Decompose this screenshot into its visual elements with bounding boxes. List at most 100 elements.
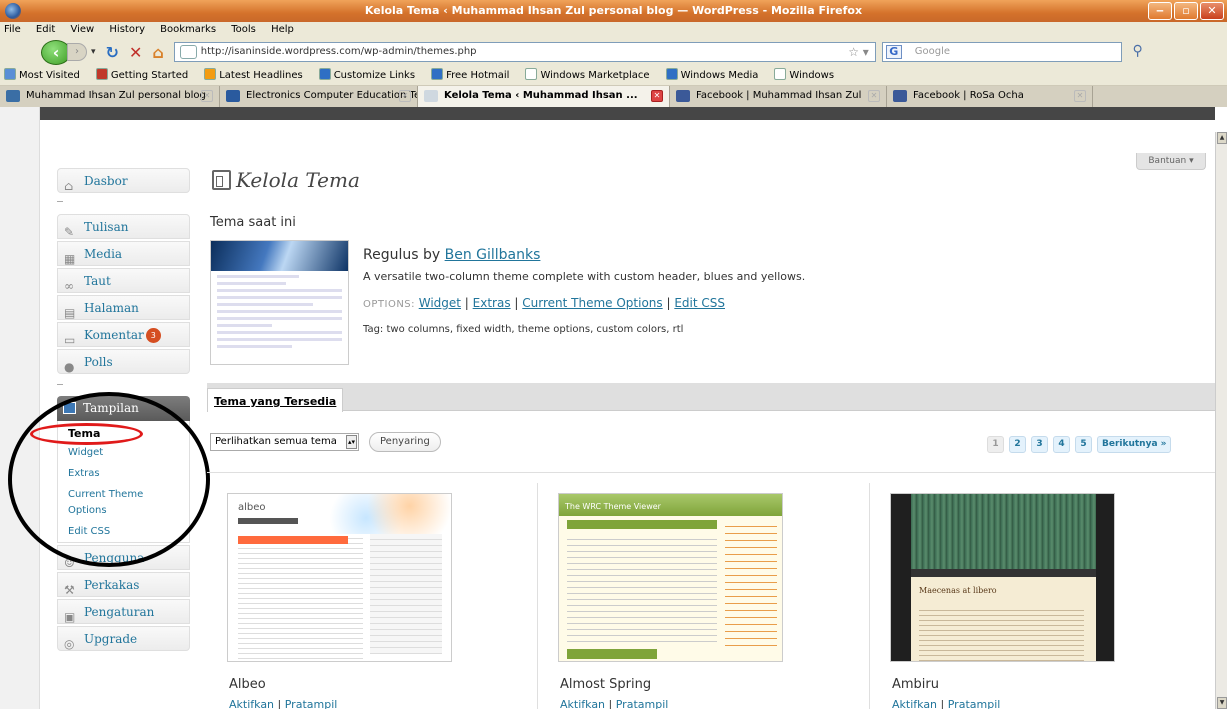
bookmark-item[interactable]: Getting Started	[95, 68, 196, 81]
tab-available-themes[interactable]: Tema yang Tersedia	[207, 388, 344, 412]
next-page[interactable]: Berikutnya »	[1097, 436, 1172, 453]
browser-tab[interactable]: Facebook | Muhammad Ihsan Zul ✕	[670, 86, 887, 107]
forward-button[interactable]: ›	[67, 43, 87, 61]
comment-count-badge: 3	[145, 328, 161, 343]
sidebar-label: Perkakas	[84, 578, 140, 592]
stop-icon[interactable]: ✕	[129, 43, 142, 62]
preview-link[interactable]: Pratampil	[285, 698, 338, 709]
help-button[interactable]: Bantuan ▾	[1136, 153, 1206, 170]
bookmark-star-icon[interactable]: ☆ ▾	[848, 43, 869, 61]
search-box[interactable]: G Google ⚲	[881, 42, 1143, 62]
sidebar-separator	[57, 201, 63, 204]
thumb-header-text: The WRC Theme Viewer	[559, 494, 782, 516]
menu-history[interactable]: History	[109, 24, 145, 35]
page-5[interactable]: 5	[1075, 436, 1092, 453]
menu-edit[interactable]: Edit	[36, 24, 55, 35]
filter-button[interactable]: Penyaring	[369, 432, 441, 452]
google-icon[interactable]: G	[885, 45, 902, 59]
theme-thumbnail-ambiru[interactable]: Maecenas at libero	[890, 493, 1115, 662]
annotation-red-ellipse	[30, 423, 143, 445]
sidebar-item-media[interactable]: ▦ Media	[57, 241, 190, 266]
activate-link[interactable]: Aktifkan	[892, 698, 937, 709]
theme-author-link[interactable]: Ben Gillbanks	[445, 247, 541, 263]
activate-link[interactable]: Aktifkan	[229, 698, 274, 709]
bookmark-icon	[95, 68, 108, 80]
sidebar-item-upgrade[interactable]: ◎ Upgrade	[57, 626, 190, 651]
menu-help[interactable]: Help	[271, 24, 294, 35]
maximize-button[interactable]: ▫	[1174, 2, 1198, 20]
menu-tools[interactable]: Tools	[231, 24, 256, 35]
preview-link[interactable]: Pratampil	[948, 698, 1001, 709]
option-extras-link[interactable]: Extras	[473, 296, 511, 310]
sidebar-item-komentar[interactable]: ▭ Komentar 3	[57, 322, 190, 347]
bookmark-item[interactable]: Latest Headlines	[204, 68, 311, 81]
search-icon[interactable]: ⚲	[1133, 42, 1143, 60]
menu-file[interactable]: File	[4, 24, 21, 35]
vertical-scrollbar[interactable]: ▲ ▼	[1215, 132, 1227, 709]
sidebar-item-dasbor[interactable]: ⌂ Dasbor	[57, 168, 190, 193]
browser-tab[interactable]: Muhammad Ihsan Zul personal blog ✕	[0, 86, 220, 107]
sidebar-label: Upgrade	[84, 632, 138, 646]
menu-view[interactable]: View	[70, 24, 94, 35]
bookmark-label: Customize Links	[333, 70, 416, 81]
history-dropdown-icon[interactable]: ▾	[91, 47, 96, 57]
scroll-down-button[interactable]: ▼	[1217, 697, 1227, 709]
sidebar-item-perkakas[interactable]: ⚒ Perkakas	[57, 572, 190, 597]
thumb-post-title: Maecenas at libero	[919, 586, 997, 595]
tab-favicon-icon	[6, 90, 20, 102]
sidebar-item-pengaturan[interactable]: ▣ Pengaturan	[57, 599, 190, 624]
bookmark-item[interactable]: Most Visited	[4, 68, 88, 81]
tab-label: Electronics Computer Education Team	[246, 90, 418, 101]
sidebar-item-halaman[interactable]: ▤ Halaman	[57, 295, 190, 320]
browser-tab[interactable]: Kelola Tema ‹ Muhammad Ihsan ... ✕	[418, 86, 670, 107]
theme-thumbnail-albeo[interactable]: albeo	[227, 493, 452, 662]
theme-filter-select[interactable]: Perlihatkan semua tema ▴▾	[210, 433, 359, 451]
tab-close-icon[interactable]: ✕	[651, 90, 663, 102]
tab-favicon-icon	[424, 90, 438, 102]
sidebar-label: Komentar	[84, 328, 144, 342]
tab-label: Facebook | Muhammad Ihsan Zul	[696, 90, 862, 101]
bookmark-icon	[525, 68, 538, 80]
tab-close-icon[interactable]: ✕	[201, 90, 213, 102]
bookmark-item[interactable]: Free Hotmail	[431, 68, 517, 81]
option-widget-link[interactable]: Widget	[419, 296, 461, 310]
tab-close-icon[interactable]: ✕	[1074, 90, 1086, 102]
page-4[interactable]: 4	[1053, 436, 1070, 453]
sidebar-item-polls[interactable]: ● Polls	[57, 349, 190, 374]
page-icon	[179, 45, 197, 59]
theme-actions-albeo: Aktifkan | Pratampil	[229, 698, 338, 709]
theme-name-almost-spring: Almost Spring	[560, 677, 652, 692]
menu-bookmarks[interactable]: Bookmarks	[160, 24, 216, 35]
bookmark-item[interactable]: Windows	[774, 68, 842, 81]
page-2[interactable]: 2	[1009, 436, 1026, 453]
browser-tab[interactable]: Facebook | RoSa Ocha ✕	[887, 86, 1093, 107]
tab-close-icon[interactable]: ✕	[399, 90, 411, 102]
sidebar-label: Tulisan	[84, 220, 129, 234]
menu-bar: File Edit View History Bookmarks Tools H…	[0, 22, 1227, 38]
page-3[interactable]: 3	[1031, 436, 1048, 453]
minimize-button[interactable]: ‒	[1148, 2, 1172, 20]
bookmark-icon	[431, 68, 444, 80]
option-current-theme-options-link[interactable]: Current Theme Options	[522, 296, 662, 310]
sidebar-item-tulisan[interactable]: ✎ Tulisan	[57, 214, 190, 239]
bookmark-item[interactable]: Customize Links	[318, 68, 423, 81]
close-window-button[interactable]: ✕	[1200, 2, 1224, 20]
url-bar[interactable]: http://isaninside.wordpress.com/wp-admin…	[173, 42, 876, 62]
option-edit-css-link[interactable]: Edit CSS	[674, 296, 725, 310]
browser-tab[interactable]: Electronics Computer Education Team ✕	[220, 86, 418, 107]
page-title: Kelola Tema	[236, 168, 360, 192]
tab-close-icon[interactable]: ✕	[868, 90, 880, 102]
home-icon[interactable]: ⌂	[152, 43, 163, 62]
sidebar-item-taut[interactable]: ∞ Taut	[57, 268, 190, 293]
themes-page-icon	[212, 170, 231, 190]
theme-thumbnail-almost-spring[interactable]: The WRC Theme Viewer	[558, 493, 783, 662]
left-gutter	[0, 107, 40, 709]
bookmark-item[interactable]: Windows Marketplace	[525, 68, 657, 81]
preview-link[interactable]: Pratampil	[616, 698, 669, 709]
reload-icon[interactable]: ↻	[106, 43, 119, 62]
theme-actions-almost-spring: Aktifkan | Pratampil	[560, 698, 669, 709]
bookmark-item[interactable]: Windows Media	[665, 68, 767, 81]
scroll-up-button[interactable]: ▲	[1217, 132, 1227, 144]
activate-link[interactable]: Aktifkan	[560, 698, 605, 709]
current-theme-screenshot	[210, 240, 349, 365]
